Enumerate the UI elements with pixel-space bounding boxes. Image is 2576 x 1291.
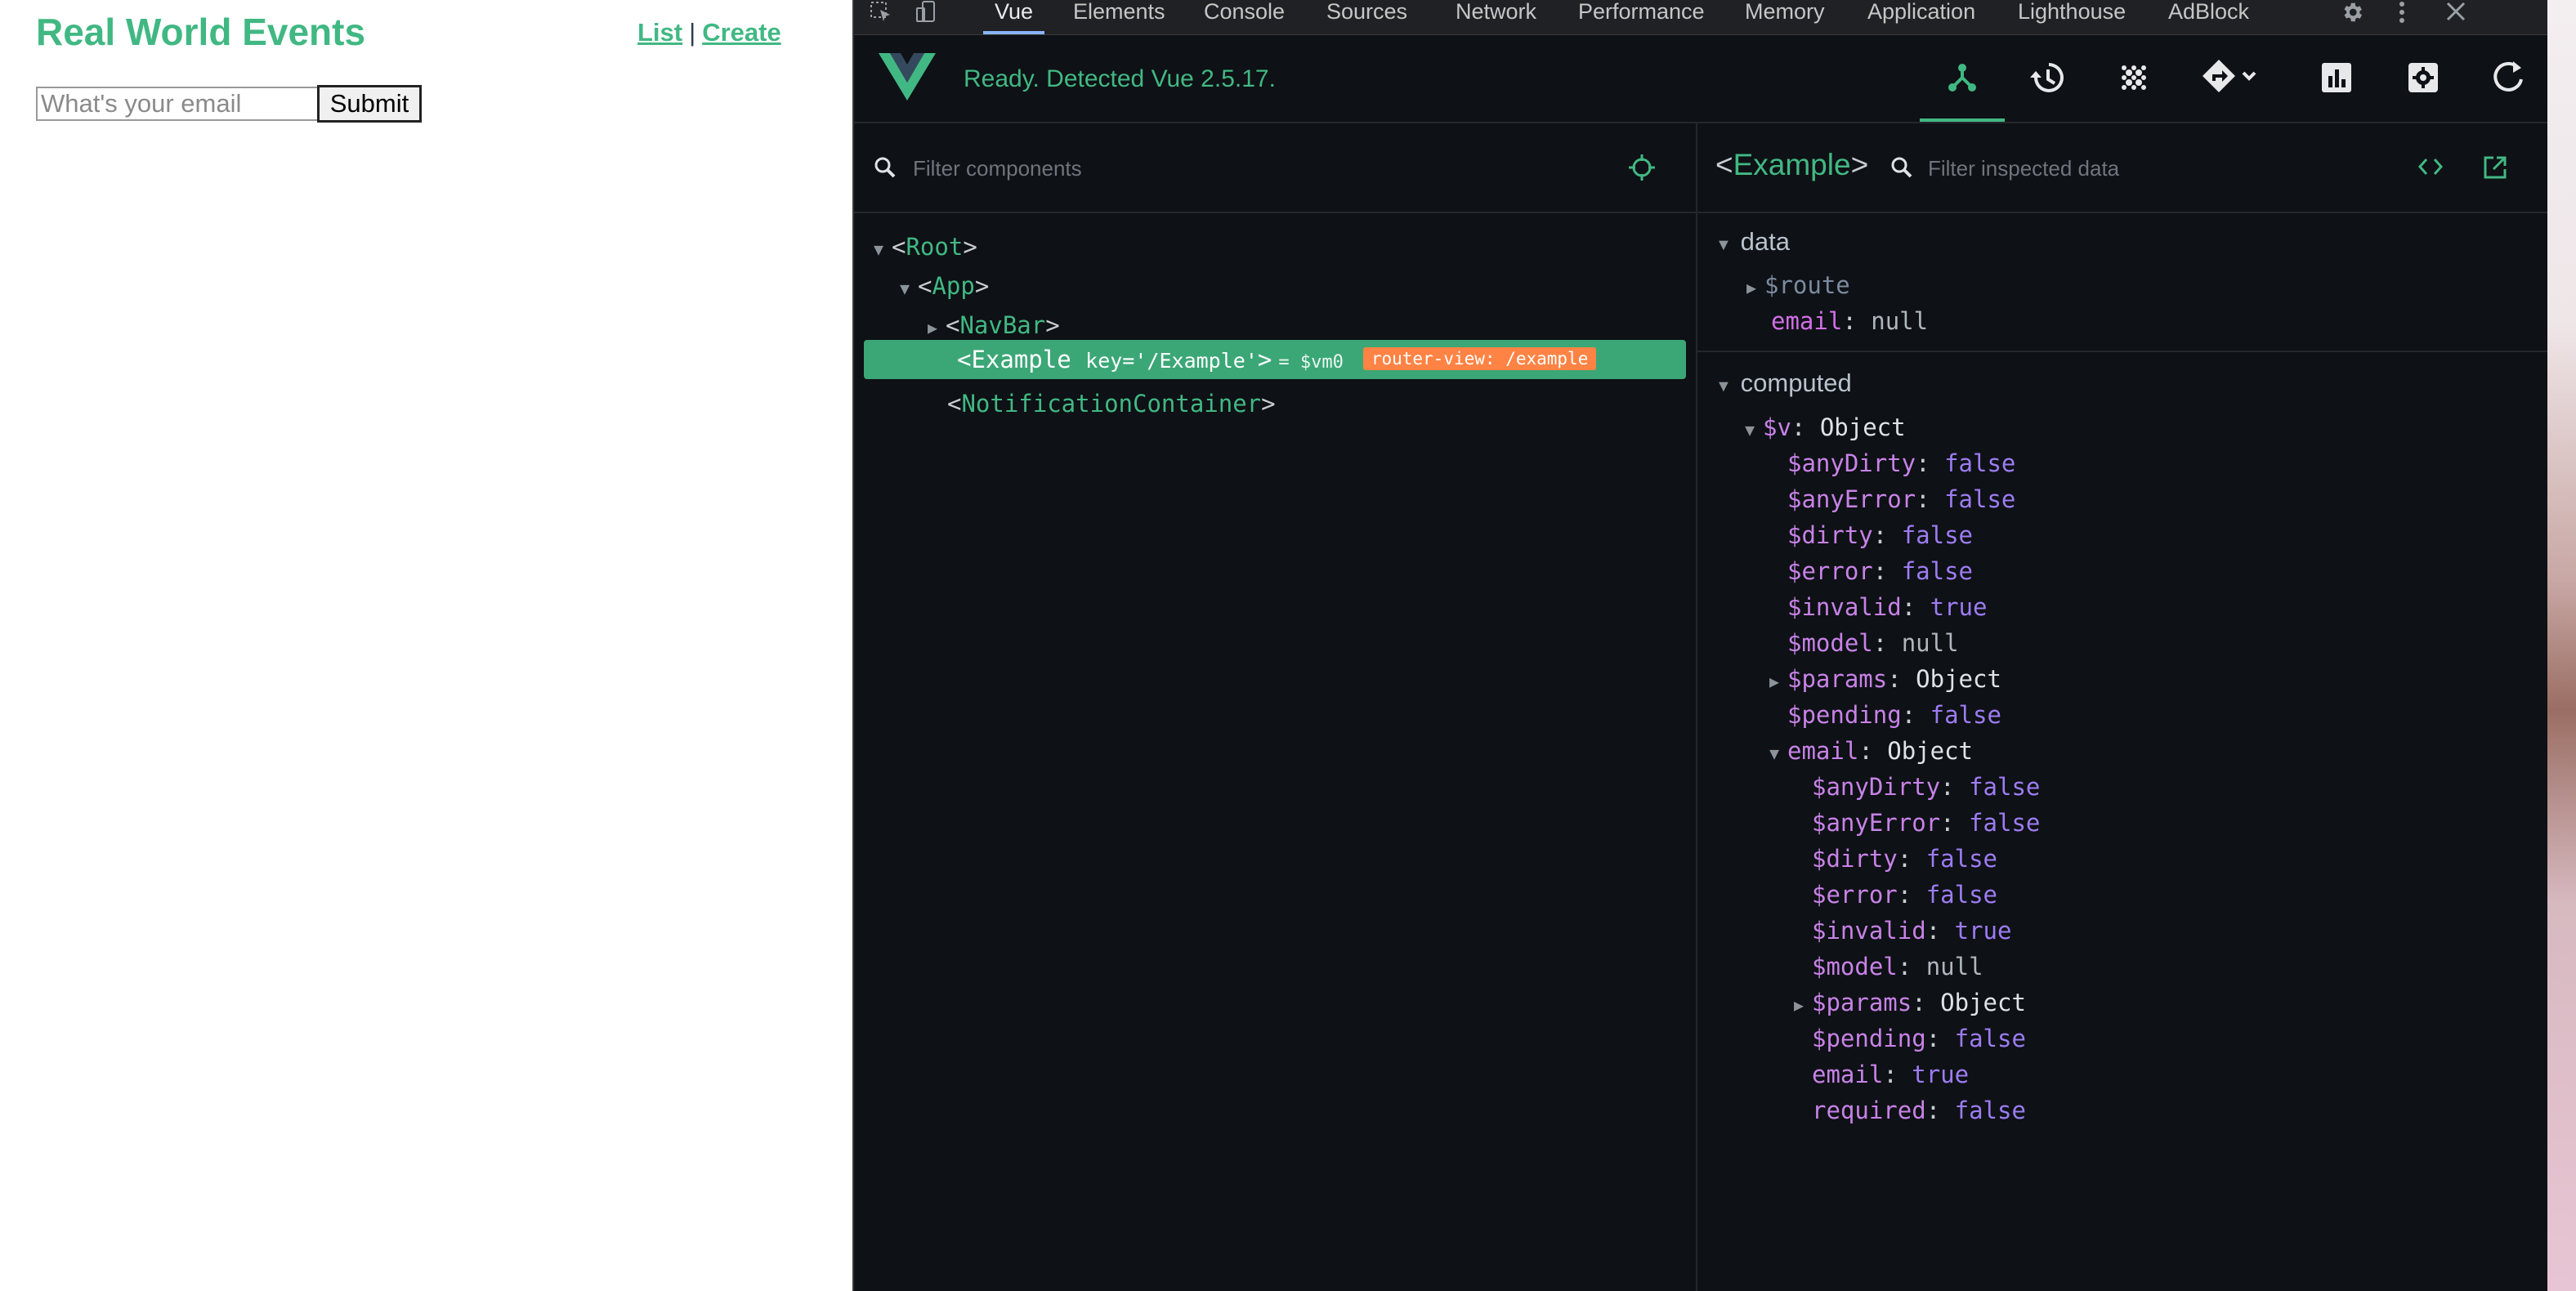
computed-prop-dirty[interactable]: $dirty: false <box>1769 517 1973 553</box>
tree-node-example-selected[interactable]: <Example key='/Example'> = $vm0 router-vie… <box>864 340 1686 379</box>
computed-prop-anyDirty[interactable]: $anyDirty: false <box>1769 445 2015 481</box>
router-icon[interactable] <box>2201 58 2260 97</box>
tab-sources[interactable]: Sources <box>1326 0 1407 34</box>
tree-node-app[interactable]: ▼ <App> <box>900 267 989 305</box>
devtools-settings-icon[interactable] <box>2340 0 2364 29</box>
computed-prop-email[interactable]: ▼ email: Object <box>1769 733 1973 769</box>
computed-prop-error[interactable]: $error: false <box>1794 877 1997 913</box>
email-input[interactable] <box>36 87 320 121</box>
computed-prop-anyError[interactable]: $anyError: false <box>1769 481 2015 517</box>
history-icon[interactable] <box>2028 58 2067 97</box>
vm-reference: = $vm0 <box>1278 352 1344 373</box>
tab-network[interactable]: Network <box>1456 0 1536 34</box>
tree-node-navbar[interactable]: ▶ <NavBar> <box>928 306 1060 344</box>
computed-prop-anyError[interactable]: $anyError: false <box>1794 805 2040 841</box>
devtools-panel: Vue Elements Console Sources Network Per… <box>852 0 2549 1291</box>
expand-toggle-icon[interactable]: ▼ <box>900 270 918 307</box>
vue-status-text: Ready. Detected Vue 2.5.17. <box>964 65 1276 92</box>
computed-prop-email[interactable]: email: true <box>1794 1056 1969 1092</box>
tree-node-root[interactable]: ▼ <Root> <box>874 228 977 266</box>
nav-separator: | <box>689 18 696 47</box>
computed-prop-invalid[interactable]: $invalid: true <box>1794 913 2011 949</box>
devtools-tab-bar: Vue Elements Console Sources Network Per… <box>854 0 2549 35</box>
computed-prop-error[interactable]: $error: false <box>1769 553 1973 589</box>
app-nav: List | Create <box>637 18 781 47</box>
tab-application[interactable]: Application <box>1867 0 1975 34</box>
data-prop-route[interactable]: ▶ $route <box>1746 267 1850 303</box>
filter-inspected-data-input[interactable] <box>1926 151 2371 185</box>
computed-prop-invalid[interactable]: $invalid: true <box>1769 589 1987 625</box>
data-prop-email[interactable]: email: null <box>1771 303 1928 339</box>
computed-prop-required[interactable]: required: false <box>1794 1092 2026 1128</box>
computed-prop-v[interactable]: ▼ $v: Object <box>1745 409 1906 445</box>
components-icon[interactable] <box>1943 58 1982 97</box>
vue-devtools-header: Ready. Detected Vue 2.5.17. <box>854 35 2549 123</box>
expand-toggle-icon[interactable]: ▼ <box>1769 735 1787 771</box>
performance-icon[interactable] <box>2317 58 2356 97</box>
computed-prop-params[interactable]: ▶ $params: Object <box>1794 985 2026 1021</box>
open-in-editor-icon[interactable] <box>2482 154 2508 181</box>
tab-vue[interactable]: Vue <box>982 0 1045 34</box>
inspect-element-icon[interactable] <box>869 0 893 29</box>
collapse-toggle-icon[interactable]: ▶ <box>1794 987 1812 1023</box>
router-view-badge: router-view: /example <box>1362 347 1597 370</box>
computed-prop-params[interactable]: ▶ $params: Object <box>1769 661 2001 697</box>
collapse-toggle-icon[interactable]: ▶ <box>1769 663 1787 699</box>
close-devtools-icon[interactable] <box>2444 0 2467 27</box>
nav-link-create[interactable]: Create <box>702 18 781 47</box>
component-key: key='/Example' <box>1085 349 1258 373</box>
tab-console[interactable]: Console <box>1204 0 1285 34</box>
tab-performance[interactable]: Performance <box>1578 0 1705 34</box>
search-icon <box>1891 157 1912 178</box>
device-toolbar-icon[interactable] <box>915 0 939 29</box>
tab-adblock[interactable]: AdBlock <box>2168 0 2249 34</box>
tab-memory[interactable]: Memory <box>1745 0 1825 34</box>
computed-prop-anyDirty[interactable]: $anyDirty: false <box>1794 769 2040 805</box>
search-icon <box>874 157 896 178</box>
submit-button[interactable]: Submit <box>317 85 422 123</box>
computed-prop-model[interactable]: $model: null <box>1769 625 1959 661</box>
section-divider <box>1697 351 2549 352</box>
nav-link-list[interactable]: List <box>637 18 682 47</box>
inspector-pane: <Example> ▼ data ▶$route email: null ▼ c… <box>1697 123 2549 1291</box>
filter-components-input[interactable] <box>911 151 1568 185</box>
tab-elements[interactable]: Elements <box>1073 0 1165 34</box>
desktop-wallpaper-edge <box>2547 0 2576 1291</box>
computed-prop-pending[interactable]: $pending: false <box>1794 1021 2026 1056</box>
active-view-indicator <box>1920 118 2005 122</box>
tab-lighthouse[interactable]: Lighthouse <box>2018 0 2126 34</box>
expand-toggle-icon[interactable]: ▼ <box>1715 369 1733 404</box>
expand-toggle-icon[interactable]: ▼ <box>1715 227 1733 263</box>
computed-prop-dirty[interactable]: $dirty: false <box>1794 841 1997 877</box>
inspected-component-title: <Example> <box>1715 148 1869 181</box>
inspector-toolbar: <Example> <box>1697 123 2549 213</box>
data-section-header[interactable]: ▼ data <box>1715 224 1790 260</box>
component-tree-pane: ▼<Root> ▼<App> ▶<NavBar> <NotificationCo… <box>854 123 1697 1291</box>
vue-logo-icon <box>879 53 936 101</box>
more-options-icon[interactable] <box>2394 0 2410 29</box>
settings-icon[interactable] <box>2404 58 2443 97</box>
app-title: Real World Events <box>36 11 366 53</box>
inspect-dom-code-icon[interactable] <box>2417 154 2444 179</box>
select-component-crosshair-icon[interactable] <box>1627 153 1657 182</box>
computed-prop-model[interactable]: $model: null <box>1794 949 1983 985</box>
components-filter-bar <box>854 123 1696 213</box>
computed-section-header[interactable]: ▼ computed <box>1715 365 1852 401</box>
vuex-icon[interactable] <box>2114 58 2153 97</box>
expand-toggle-icon[interactable]: ▼ <box>874 230 892 268</box>
tree-node-notificationcontainer[interactable]: <NotificationContainer> <box>947 385 1276 422</box>
refresh-icon[interactable] <box>2489 58 2528 97</box>
app-viewport: Real World Events List|Create Submit <box>0 0 852 1291</box>
expand-toggle-icon[interactable]: ▼ <box>1745 412 1763 448</box>
computed-prop-pending[interactable]: $pending: false <box>1769 697 2001 733</box>
